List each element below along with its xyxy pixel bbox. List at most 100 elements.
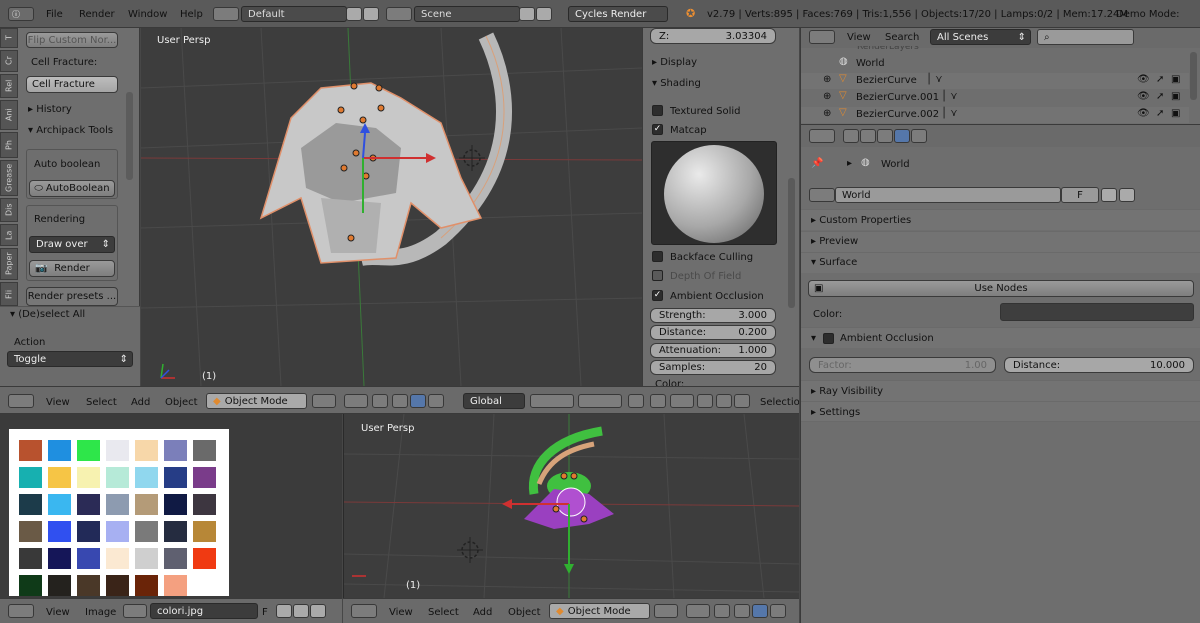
n-panel-scrollbar[interactable] [788, 178, 795, 308]
outliner-display-select[interactable]: All Scenes ⇕ [930, 29, 1031, 45]
properties-type-icon[interactable] [809, 129, 835, 143]
scene-add-icon[interactable] [519, 7, 535, 21]
render-presets-button[interactable]: Render presets ... [26, 287, 118, 306]
action-select[interactable]: Toggle ⇕ [7, 351, 133, 367]
opengl-render-icon[interactable] [716, 394, 732, 408]
scene-field[interactable]: Scene [414, 6, 520, 22]
layout-add-icon[interactable] [346, 7, 362, 21]
visibility-eye-icon[interactable]: 👁 [1137, 108, 1150, 119]
layers-grid2-icon[interactable] [578, 394, 622, 408]
ao-factor-field[interactable]: Factor: 1.00 [809, 357, 996, 373]
editor-type-icon[interactable] [351, 604, 377, 618]
image-editor-type-icon[interactable] [8, 604, 34, 618]
menu-object[interactable]: Object [508, 607, 541, 618]
editor-type-icon[interactable] [8, 394, 34, 408]
info-editor-icon[interactable]: ⓘ [8, 7, 34, 21]
menu-object[interactable]: Object [165, 397, 198, 408]
matcap-preview[interactable] [651, 141, 777, 245]
rotate-icon[interactable] [752, 604, 768, 618]
layout-close-icon[interactable] [363, 7, 379, 21]
layout-field[interactable]: Default [241, 6, 347, 22]
autoboolean-button[interactable]: ⬭ AutoBoolean [29, 180, 115, 197]
world-close-icon[interactable] [1119, 188, 1135, 202]
use-nodes-button[interactable]: ▣ Use Nodes [808, 280, 1194, 297]
outliner-type-icon[interactable] [809, 30, 835, 44]
menu-view[interactable]: View [46, 397, 70, 408]
proportional-icon[interactable] [650, 394, 666, 408]
tab-relations[interactable]: Rel [0, 74, 18, 98]
world-tab-icon[interactable] [894, 129, 910, 143]
outliner-search-input[interactable]: ⌕ [1037, 29, 1134, 45]
tab-animation[interactable]: Ani [0, 100, 18, 130]
pin-icon[interactable]: 📌 [811, 158, 823, 169]
ao-distance-field[interactable]: Distance: 0.200 [650, 325, 776, 340]
expand-icon[interactable]: ⊕ [823, 91, 831, 102]
layers-grid-icon[interactable] [530, 394, 574, 408]
visibility-eye-icon[interactable]: 👁 [1137, 91, 1150, 102]
orientation-select[interactable]: Global [463, 393, 525, 409]
menu-view[interactable]: View [389, 607, 413, 618]
viewport-top[interactable]: User Persp (1) [141, 28, 642, 386]
tab-layers[interactable]: La [0, 224, 18, 246]
world-name-field[interactable]: World [835, 187, 1061, 203]
section-surface[interactable]: ▾ Surface [801, 252, 1200, 273]
image-new-icon[interactable] [276, 604, 292, 618]
menu-file[interactable]: File [46, 9, 63, 20]
section-custom-properties[interactable]: ▸ Custom Properties [801, 209, 1200, 230]
menu-add[interactable]: Add [473, 607, 492, 618]
select-arrow-icon[interactable]: ➚ [1156, 108, 1164, 119]
image-editor[interactable] [0, 414, 342, 598]
dof-checkbox[interactable] [652, 270, 663, 281]
pivot-icon[interactable] [344, 394, 368, 408]
tab-display[interactable]: Dis [0, 198, 18, 222]
backface-culling-checkbox[interactable] [652, 251, 663, 262]
history-panel-header[interactable]: ▸ History [28, 104, 72, 115]
image-menu-view[interactable]: View [46, 607, 70, 618]
pivot-icon[interactable] [686, 604, 710, 618]
world-add-icon[interactable] [1101, 188, 1117, 202]
outliner-menu-view[interactable]: View [847, 32, 871, 43]
select-arrow-icon[interactable]: ➚ [1156, 91, 1164, 102]
scene-icon[interactable] [386, 7, 412, 21]
image-open-icon[interactable] [293, 604, 309, 618]
ao-samples-field[interactable]: Samples: 20 [650, 360, 776, 375]
outliner-row-beziercurve-002[interactable]: ⊕ ▽ BezierCurve.002 │ ⋎ 👁 ➚ ▣ [801, 107, 1189, 123]
scene-tab-icon[interactable] [877, 129, 893, 143]
tab-flip[interactable]: Fli [0, 282, 18, 306]
matcap-checkbox[interactable]: ✓ [652, 124, 663, 135]
display-panel-header[interactable]: ▸ Display [652, 57, 697, 68]
render-layers-tab-icon[interactable] [860, 129, 876, 143]
image-unlink-icon[interactable] [310, 604, 326, 618]
expand-icon[interactable]: ⊕ [823, 108, 831, 119]
world-ao-checkbox[interactable] [823, 333, 834, 344]
shading-mode-icon[interactable] [654, 604, 678, 618]
world-browse-icon[interactable] [809, 188, 835, 202]
snap-icon[interactable] [670, 394, 694, 408]
render-icon[interactable]: ▣ [1171, 108, 1180, 119]
draw-over-select[interactable]: Draw over ⇕ [29, 236, 115, 253]
render-icon[interactable]: ▣ [1171, 74, 1180, 85]
manipulator-icon[interactable] [714, 604, 730, 618]
rotate-icon[interactable] [410, 394, 426, 408]
scale-icon[interactable] [770, 604, 786, 618]
section-ray-visibility[interactable]: ▸ Ray Visibility [801, 380, 1200, 401]
section-ambient-occlusion[interactable]: ▾ Ambient Occlusion [801, 327, 1200, 348]
ao-attenuation-field[interactable]: Attenuation: 1.000 [650, 343, 776, 358]
texture-tab-icon[interactable] [911, 129, 927, 143]
tab-physics[interactable]: Ph [0, 132, 18, 158]
viewport-bottom[interactable]: User Persp (1) [343, 414, 799, 598]
tab-create[interactable]: Cr [0, 50, 18, 72]
mode-select[interactable]: ◆ Object Mode [549, 603, 650, 619]
flip-custom-normals-button[interactable]: Flip Custom Nor... [26, 32, 118, 48]
deselect-all-header[interactable]: ▾ (De)select All [10, 309, 85, 320]
surface-color-swatch[interactable] [1000, 303, 1194, 321]
manipulator-icon[interactable] [372, 394, 388, 408]
render-button[interactable]: 📷 Render [29, 260, 115, 277]
menu-select[interactable]: Select [86, 397, 117, 408]
layout-icon[interactable] [213, 7, 239, 21]
outliner-row-beziercurve-001[interactable]: ⊕ ▽ BezierCurve.001 │ ⋎ 👁 ➚ ▣ [801, 90, 1189, 106]
shading-mode-icon[interactable] [312, 394, 336, 408]
render-tab-icon[interactable] [843, 129, 859, 143]
tab-grease[interactable]: Grease [0, 160, 18, 196]
render-icon[interactable]: ▣ [1171, 91, 1180, 102]
